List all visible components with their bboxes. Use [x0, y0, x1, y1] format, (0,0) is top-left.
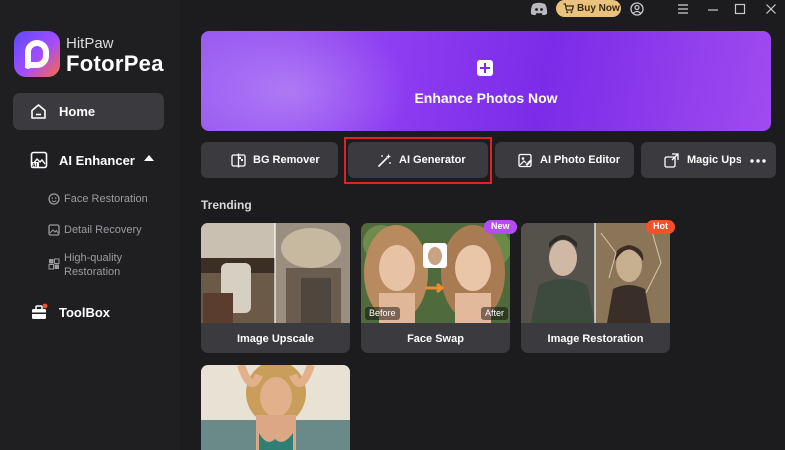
maximize-icon[interactable]	[733, 2, 747, 16]
app-logo	[14, 31, 60, 77]
sidebar-item-ai-enhancer[interactable]: AI AI Enhancer	[13, 145, 164, 175]
menu-icon[interactable]	[676, 2, 690, 16]
grid-image-icon	[48, 258, 60, 270]
ai-photo-editor-button[interactable]: AI Photo Editor	[495, 142, 634, 178]
sidebar-subitem-label: Face Restoration	[64, 193, 148, 205]
sidebar-item-label: Home	[59, 104, 96, 119]
portrait-thumbnail	[201, 365, 350, 450]
card-title: Face Swap	[407, 333, 464, 345]
app-window: HitPaw FotorPea Home AI AI Enhancer Face…	[0, 0, 785, 450]
before-label: Before	[365, 307, 400, 320]
brand-name-small: HitPaw	[66, 35, 114, 52]
minimize-icon[interactable]	[706, 2, 720, 16]
buy-now-label: Buy Now	[577, 3, 620, 14]
ai-generator-highlight	[344, 137, 492, 184]
toolbox-icon	[32, 303, 48, 319]
tool-label: AI Photo Editor	[540, 154, 621, 166]
title-bar: Buy Now	[180, 0, 785, 20]
trending-card-face-swap[interactable]: Before After Face Swap	[361, 223, 510, 353]
card-title: Image Restoration	[547, 333, 644, 345]
bg-remover-icon	[231, 153, 246, 168]
buy-now-button[interactable]: Buy Now	[556, 0, 621, 17]
chevron-up-icon[interactable]	[144, 155, 154, 161]
trending-card-image-upscale[interactable]: Image Upscale	[201, 223, 350, 353]
svg-text:AI: AI	[32, 163, 38, 169]
after-label: After	[481, 307, 509, 320]
home-icon	[31, 104, 46, 119]
trending-card-portrait[interactable]	[201, 365, 350, 450]
card-title: Image Upscale	[236, 333, 315, 345]
sidebar-item-label: AI Enhancer	[59, 153, 135, 168]
sidebar-subitem-label: Detail Recovery	[64, 224, 142, 236]
photo-edit-icon	[518, 153, 532, 168]
tool-label: BG Remover	[253, 154, 320, 166]
trending-card-image-restoration[interactable]: Image Restoration	[521, 223, 670, 353]
discord-icon[interactable]	[530, 2, 548, 16]
sidebar-item-home[interactable]: Home	[13, 93, 164, 130]
ai-image-icon: AI	[30, 151, 48, 169]
face-icon	[48, 193, 60, 205]
enhance-photos-banner[interactable]: Enhance Photos Now	[201, 31, 771, 131]
banner-label: Enhance Photos Now	[414, 90, 558, 106]
cart-icon	[563, 3, 574, 14]
trending-heading: Trending	[201, 198, 252, 212]
tool-label: Magic Upsc	[687, 154, 741, 166]
sidebar: HitPaw FotorPea Home AI AI Enhancer Face…	[0, 0, 180, 450]
plus-icon	[477, 60, 493, 76]
image-icon	[48, 224, 60, 236]
brand-name: FotorPea	[66, 51, 164, 76]
close-icon[interactable]	[764, 2, 778, 16]
sidebar-subitem-label: High-quality Restoration	[64, 252, 123, 278]
image-restoration-thumbnail	[521, 223, 670, 323]
upscale-icon	[664, 153, 679, 168]
new-badge: New	[484, 220, 517, 234]
account-icon[interactable]	[630, 2, 644, 16]
more-options-icon[interactable]	[749, 152, 767, 170]
bg-remover-button[interactable]: BG Remover	[201, 142, 338, 178]
sidebar-item-toolbox[interactable]: ToolBox	[13, 297, 164, 327]
hot-badge: Hot	[646, 220, 675, 234]
image-upscale-thumbnail	[201, 223, 350, 323]
sidebar-item-label: ToolBox	[59, 305, 111, 320]
